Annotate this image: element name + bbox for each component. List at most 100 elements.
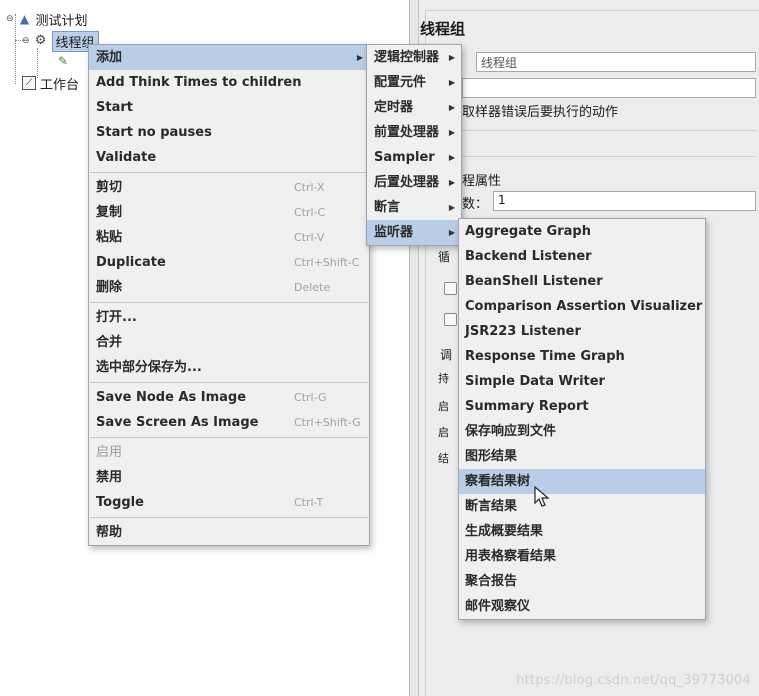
expand-toggle-icon[interactable]: ⊖	[22, 36, 30, 46]
menu-item-label: Summary Report	[465, 399, 589, 414]
submenu-arrow-icon: ▶	[448, 153, 455, 162]
context-menu-item-7[interactable]: 复制 Ctrl-C	[89, 200, 369, 225]
add-submenu-item-3[interactable]: 前置处理器 ▶	[367, 120, 461, 145]
listener-submenu-item-4[interactable]: JSR223 Listener	[459, 319, 705, 344]
listener-submenu-item-3[interactable]: Comparison Assertion Visualizer	[459, 294, 705, 319]
context-menu-item-1[interactable]: Add Think Times to children	[89, 70, 369, 95]
mouse-cursor-icon	[534, 486, 550, 507]
gear-icon: ⚙	[34, 33, 47, 48]
context-menu-item-3[interactable]: Start no pauses	[89, 120, 369, 145]
menu-separator	[90, 517, 368, 518]
menu-item-label: 删除	[96, 280, 123, 295]
threads-input[interactable]: 1	[493, 191, 756, 211]
listener-submenu-item-5[interactable]: Response Time Graph	[459, 344, 705, 369]
menu-item-label: 察看结果树	[465, 474, 531, 489]
menu-item-label: BeanShell Listener	[465, 274, 603, 289]
submenu-arrow-icon: ▶	[448, 178, 455, 187]
listener-submenu-item-13[interactable]: 用表格察看结果	[459, 544, 705, 569]
tree-node-label: 工作台	[40, 77, 80, 93]
name-input-value: 线程组	[481, 56, 518, 70]
checkbox[interactable]	[444, 282, 457, 295]
menu-item-label: Comparison Assertion Visualizer	[465, 299, 703, 314]
listener-submenu-item-9[interactable]: 图形结果	[459, 444, 705, 469]
menu-item-label: 前置处理器	[374, 125, 440, 140]
context-menu-item-0[interactable]: 添加 ▶	[89, 45, 369, 70]
menu-separator	[90, 302, 368, 303]
checkbox[interactable]	[444, 313, 457, 326]
menu-item-label: 粘贴	[96, 230, 123, 245]
name-input[interactable]: 线程组	[476, 52, 756, 72]
context-menu-item-2[interactable]: Start	[89, 95, 369, 120]
tree-node-child[interactable]: ✎	[58, 52, 72, 70]
menu-item-shortcut: Ctrl+Shift-C	[294, 256, 360, 269]
menu-item-label: Validate	[96, 150, 157, 165]
listener-submenu-item-12[interactable]: 生成概要结果	[459, 519, 705, 544]
context-menu-item-16[interactable]: Save Node As Image Ctrl-G	[89, 385, 369, 410]
menu-item-label: 禁用	[96, 470, 123, 485]
menu-item-label: 用表格察看结果	[465, 549, 557, 564]
context-menu-item-19: 启用	[89, 440, 369, 465]
listener-submenu-item-11[interactable]: 断言结果	[459, 494, 705, 519]
pencil-icon: ✎	[58, 54, 69, 68]
context-menu-item-13[interactable]: 合并	[89, 330, 369, 355]
menu-item-label: 剪切	[96, 180, 123, 195]
listener-submenu-item-14[interactable]: 聚合报告	[459, 569, 705, 594]
context-menu[interactable]: 添加 ▶ Add Think Times to children Start Start…	[88, 44, 370, 546]
add-submenu-item-4[interactable]: Sampler ▶	[367, 145, 461, 170]
workbench-icon: ⟋	[22, 76, 36, 90]
end-time-label: 结	[438, 452, 449, 465]
context-menu-item-6[interactable]: 剪切 Ctrl-X	[89, 175, 369, 200]
add-submenu-item-6[interactable]: 断言 ▶	[367, 195, 461, 220]
menu-item-label: Add Think Times to children	[96, 75, 302, 90]
menu-item-label: Aggregate Graph	[465, 224, 591, 239]
listener-submenu-item-8[interactable]: 保存响应到文件	[459, 419, 705, 444]
context-menu-item-9[interactable]: Duplicate Ctrl+Shift-C	[89, 250, 369, 275]
submenu-arrow-icon: ▶	[448, 53, 455, 62]
add-submenu-item-2[interactable]: 定时器 ▶	[367, 95, 461, 120]
tree-node-label: 测试计划	[35, 13, 88, 29]
context-menu-item-10[interactable]: 删除 Delete	[89, 275, 369, 300]
menu-item-label: 后置处理器	[374, 175, 440, 190]
add-submenu-item-5[interactable]: 后置处理器 ▶	[367, 170, 461, 195]
submenu-arrow-icon: ▶	[448, 203, 455, 212]
context-menu-item-17[interactable]: Save Screen As Image Ctrl+Shift-G	[89, 410, 369, 435]
menu-item-label: 帮助	[96, 525, 123, 540]
listener-submenu[interactable]: Aggregate Graph Backend Listener BeanShell…	[458, 218, 706, 620]
comments-input[interactable]	[462, 78, 756, 98]
start-time-label: 启	[438, 426, 449, 439]
context-menu-item-14[interactable]: 选中部分保存为...	[89, 355, 369, 380]
context-menu-item-12[interactable]: 打开...	[89, 305, 369, 330]
context-menu-item-23[interactable]: 帮助	[89, 520, 369, 545]
menu-item-label: 配置元件	[374, 75, 427, 90]
menu-item-label: 监听器	[374, 225, 414, 240]
tree-node-test-plan[interactable]: ⊖ ▲ 测试计划	[6, 10, 88, 29]
error-action-label: 取样器错误后要执行的动作	[462, 105, 619, 120]
add-submenu-item-1[interactable]: 配置元件 ▶	[367, 70, 461, 95]
listener-submenu-item-15[interactable]: 邮件观察仪	[459, 594, 705, 619]
menu-item-label: Save Node As Image	[96, 390, 247, 405]
add-submenu[interactable]: 逻辑控制器 ▶ 配置元件 ▶ 定时器 ▶ 前置处理器 ▶ Sampler ▶ 后置处理器 ▶ 断言 ▶ 监听…	[366, 44, 462, 246]
listener-submenu-item-1[interactable]: Backend Listener	[459, 244, 705, 269]
context-menu-item-21[interactable]: Toggle Ctrl-T	[89, 490, 369, 515]
menu-item-label: Start no pauses	[96, 125, 212, 140]
menu-item-label: Toggle	[96, 495, 144, 510]
menu-item-label: 图形结果	[465, 449, 518, 464]
context-menu-item-4[interactable]: Validate	[89, 145, 369, 170]
menu-item-label: 聚合报告	[465, 574, 518, 589]
add-submenu-item-7[interactable]: 监听器 ▶	[367, 220, 461, 245]
scheduler-label: 调	[440, 348, 453, 362]
menu-item-label: 启用	[96, 445, 123, 460]
expand-toggle-icon[interactable]: ⊖	[6, 14, 14, 24]
tree-node-workbench[interactable]: ⟋ 工作台	[22, 74, 80, 93]
menu-item-label: 断言结果	[465, 499, 518, 514]
listener-submenu-item-7[interactable]: Summary Report	[459, 394, 705, 419]
watermark: https://blog.csdn.net/qq_39773004	[516, 673, 751, 688]
menu-item-label: 逻辑控制器	[374, 50, 440, 65]
listener-submenu-item-6[interactable]: Simple Data Writer	[459, 369, 705, 394]
listener-submenu-item-10[interactable]: 察看结果树	[459, 469, 705, 494]
listener-submenu-item-0[interactable]: Aggregate Graph	[459, 219, 705, 244]
add-submenu-item-0[interactable]: 逻辑控制器 ▶	[367, 45, 461, 70]
context-menu-item-20[interactable]: 禁用	[89, 465, 369, 490]
context-menu-item-8[interactable]: 粘贴 Ctrl-V	[89, 225, 369, 250]
listener-submenu-item-2[interactable]: BeanShell Listener	[459, 269, 705, 294]
